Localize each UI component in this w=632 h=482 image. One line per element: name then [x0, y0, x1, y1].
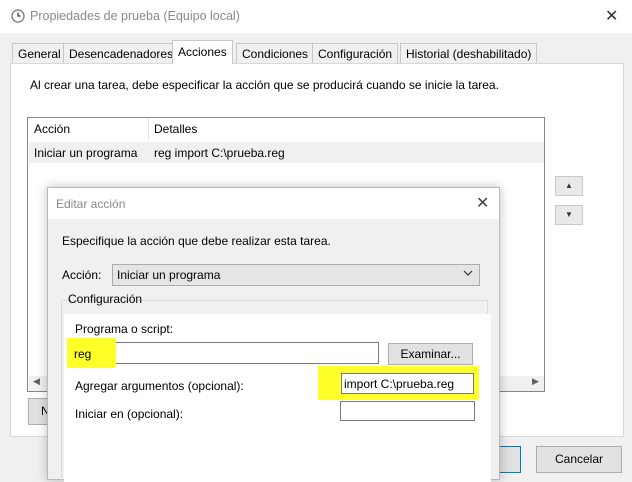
tab-general[interactable]: General — [12, 43, 67, 63]
column-divider — [148, 118, 149, 140]
arguments-label: Agregar argumentos (opcional): — [75, 379, 244, 393]
tab-condiciones[interactable]: Condiciones — [236, 43, 315, 63]
config-legend: Configuración — [68, 292, 143, 306]
edit-action-dialog: Editar acción ✕ Especifique la acción qu… — [47, 187, 500, 482]
program-value: reg — [74, 347, 92, 361]
tab-configuracion[interactable]: Configuración — [312, 43, 399, 63]
start-in-label: Iniciar en (opcional): — [75, 407, 184, 421]
clock-icon — [11, 9, 25, 26]
window-title: Propiedades de prueba (Equipo local) — [30, 9, 240, 23]
move-up-button[interactable]: ▲ — [555, 176, 583, 196]
close-icon[interactable]: ✕ — [605, 6, 618, 26]
start-in-input[interactable] — [340, 401, 475, 421]
new-button[interactable]: N — [28, 398, 50, 425]
dialog-title-bar: Editar acción ✕ — [48, 188, 499, 219]
scroll-left-icon[interactable]: ◀ — [33, 376, 40, 387]
dialog-instructions: Especifique la acción que debe realizar … — [62, 234, 331, 248]
browse-button[interactable]: Examinar... — [388, 343, 473, 365]
close-icon[interactable]: ✕ — [476, 193, 489, 213]
move-down-button[interactable]: ▼ — [555, 205, 583, 225]
triangle-up-icon: ▲ — [565, 181, 573, 190]
window-title-bar: Propiedades de prueba (Equipo local) ✕ — [0, 0, 632, 33]
column-header-detalles[interactable]: Detalles — [154, 122, 197, 136]
program-label: Programa o script: — [75, 322, 174, 336]
row-details-cell: reg import C:\prueba.reg — [154, 146, 285, 160]
arguments-input[interactable]: import C:\prueba.reg — [341, 373, 474, 394]
chevron-down-icon — [462, 267, 474, 282]
tab-historial[interactable]: Historial (deshabilitado) — [400, 43, 538, 63]
row-action-cell: Iniciar un programa — [34, 146, 138, 160]
tab-acciones[interactable]: Acciones — [172, 40, 233, 64]
action-select-value: Iniciar un programa — [117, 268, 221, 282]
tab-desencadenadores[interactable]: Desencadenadores — [63, 43, 180, 63]
intro-text: Al crear una tarea, debe especificar la … — [30, 78, 499, 92]
column-header-accion[interactable]: Acción — [34, 122, 70, 136]
cancel-button[interactable]: Cancelar — [536, 446, 622, 473]
action-select[interactable]: Iniciar un programa — [112, 264, 480, 286]
action-label: Acción: — [62, 268, 102, 282]
program-input[interactable] — [75, 342, 379, 364]
dialog-title: Editar acción — [56, 197, 126, 211]
triangle-down-icon: ▼ — [565, 210, 573, 219]
scroll-right-icon[interactable]: ▶ — [532, 376, 539, 387]
